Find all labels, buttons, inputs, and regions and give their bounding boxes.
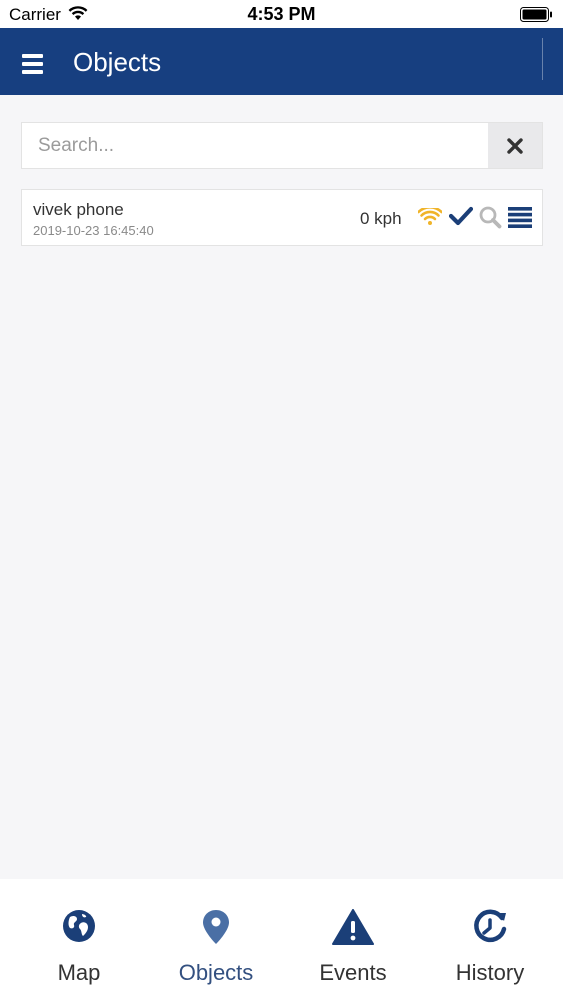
tab-map-label: Map [57, 960, 101, 985]
tab-objects-label: Objects [178, 960, 254, 985]
bottom-nav: Map Objects Events History [0, 879, 563, 1000]
tab-events-label: Events [319, 960, 387, 985]
object-list-item[interactable]: vivek phone 2019-10-23 16:45:40 0 kph [21, 189, 543, 246]
search-box [21, 122, 543, 169]
object-speed: 0 kph [360, 209, 402, 228]
tab-map[interactable]: Map [9, 879, 149, 1000]
history-clock-icon [474, 909, 507, 943]
object-timestamp: 2019-10-23 16:45:40 [33, 223, 154, 238]
warning-icon [332, 909, 374, 945]
tab-history[interactable]: History [420, 879, 560, 1000]
tab-events[interactable]: Events [283, 879, 423, 1000]
clear-search-button[interactable] [488, 123, 542, 168]
location-pin-icon [203, 910, 229, 944]
check-icon [448, 206, 474, 231]
details-menu-icon[interactable] [508, 206, 532, 233]
tab-history-label: History [455, 960, 525, 985]
tab-objects[interactable]: Objects [146, 879, 286, 1000]
battery-icon [520, 7, 553, 22]
app-header: Objects [0, 28, 563, 95]
status-bar: Carrier 4:53 PM [0, 0, 563, 28]
page-title: Objects [73, 47, 162, 77]
object-name: vivek phone [33, 200, 124, 219]
signal-icon [417, 206, 443, 231]
status-time: 4:53 PM [247, 4, 316, 24]
search-icon[interactable] [478, 205, 502, 234]
globe-icon [63, 910, 95, 942]
close-icon [507, 137, 523, 154]
search-input[interactable] [22, 123, 488, 168]
header-divider [542, 38, 543, 80]
menu-button[interactable] [12, 42, 54, 84]
